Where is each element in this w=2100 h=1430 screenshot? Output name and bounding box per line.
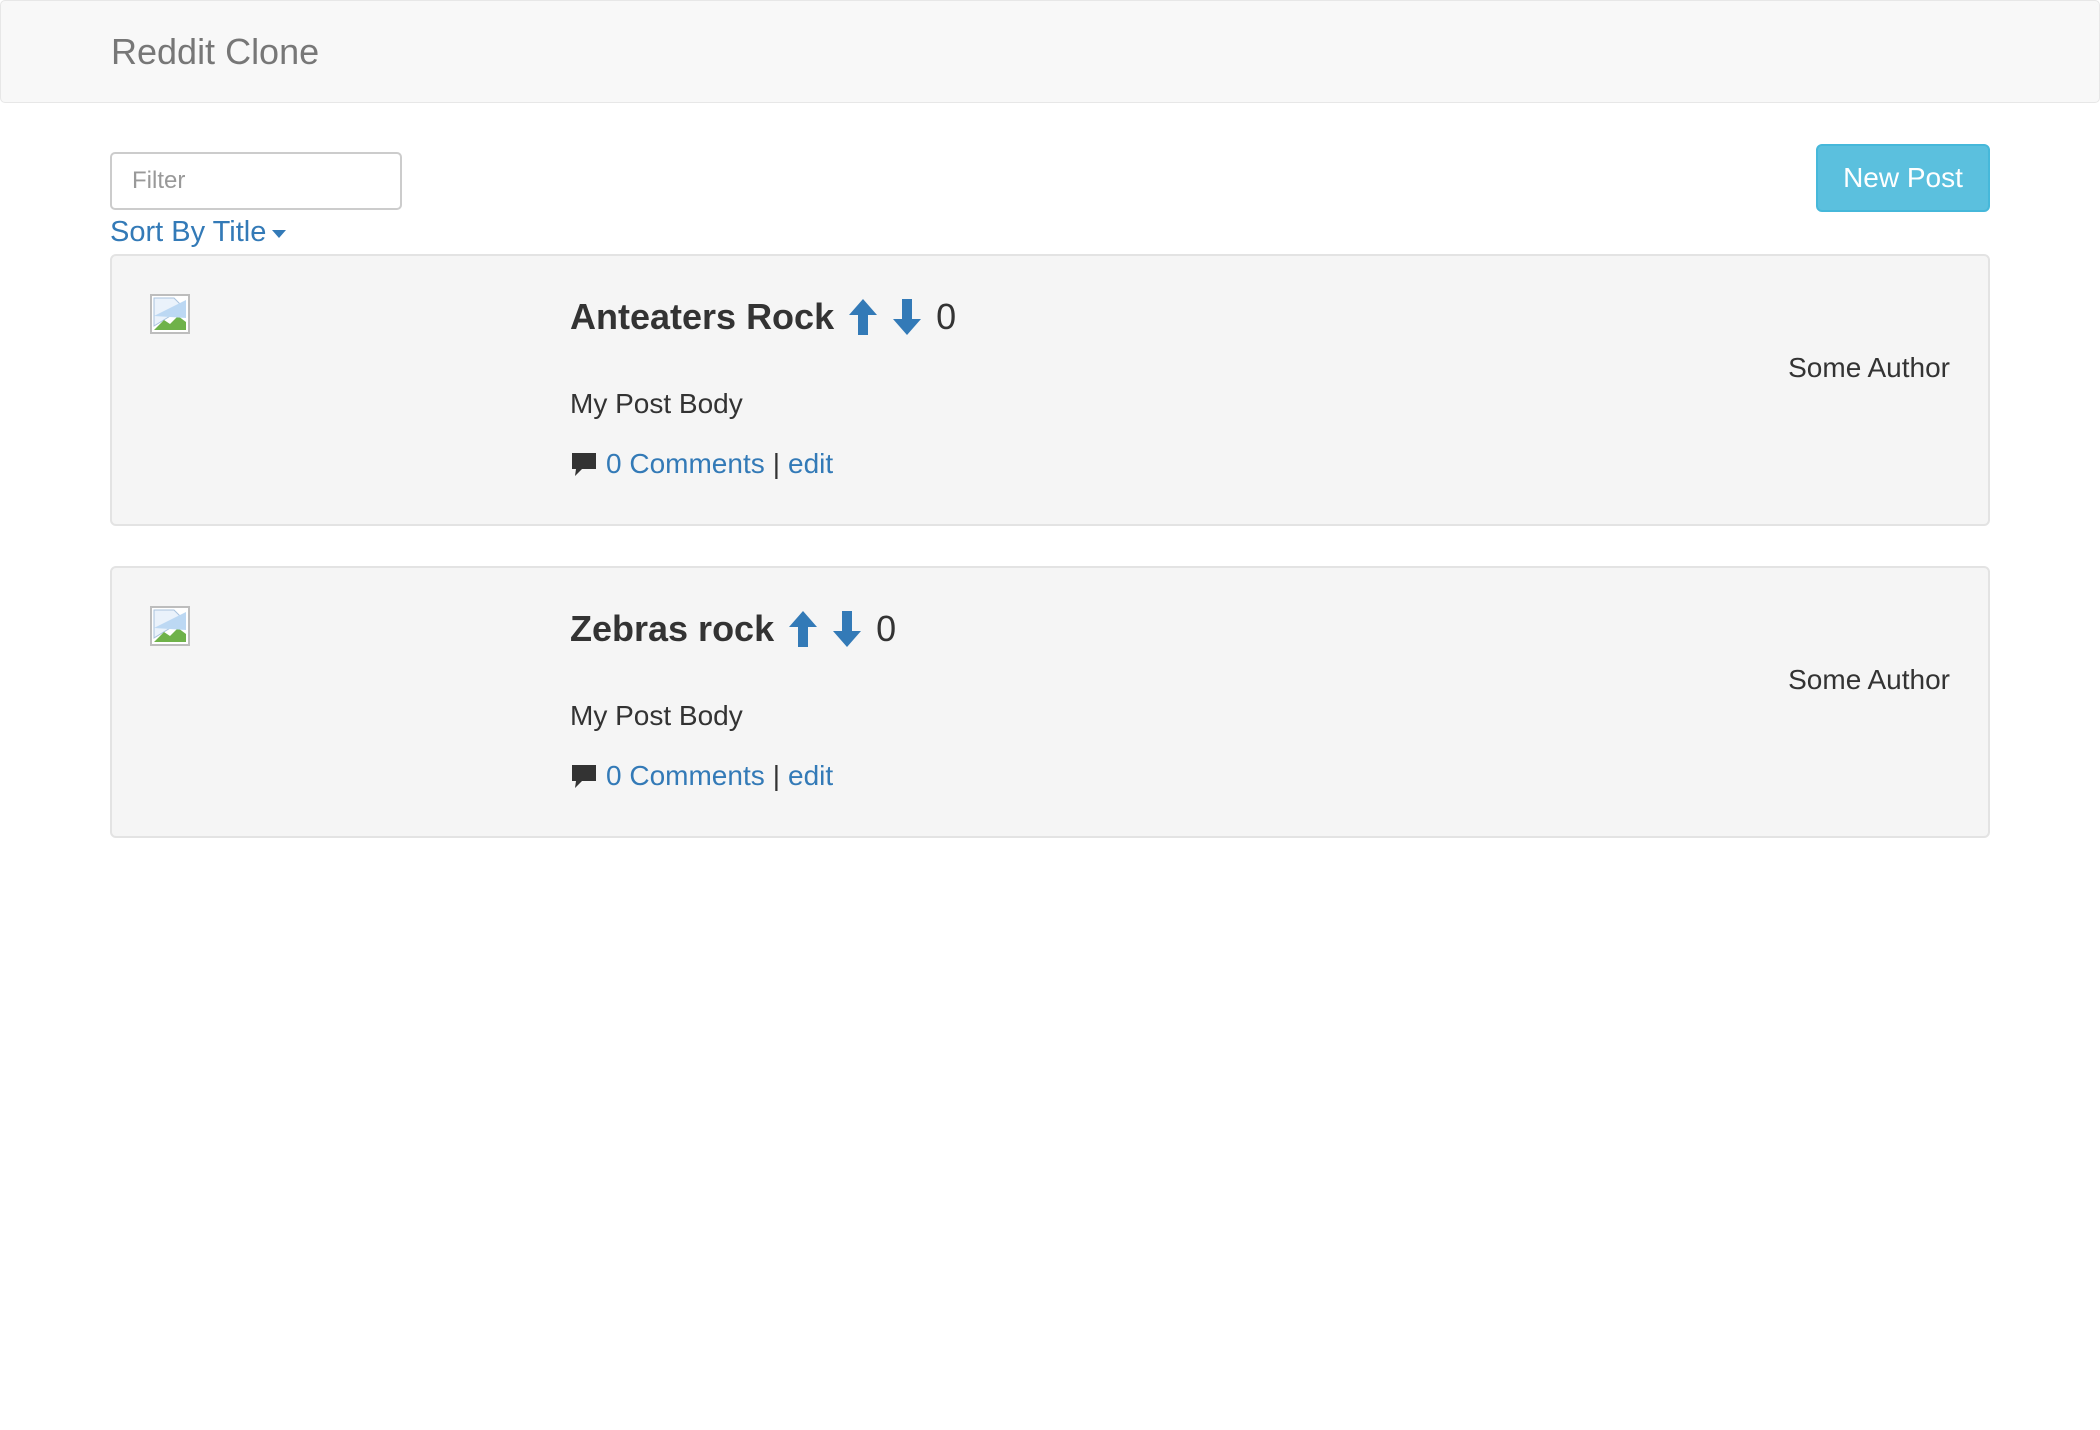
post-card: Zebras rock 0 Some Author My Post Body 0… bbox=[110, 566, 1990, 838]
sort-label: Sort By Title bbox=[110, 216, 267, 248]
post-footer: 0 Comments | edit bbox=[570, 758, 833, 794]
navbar: Reddit Clone bbox=[0, 0, 2100, 103]
brand-link[interactable]: Reddit Clone bbox=[111, 31, 319, 73]
separator: | bbox=[772, 760, 780, 791]
comment-icon bbox=[572, 765, 596, 788]
arrow-up-icon[interactable] bbox=[788, 609, 818, 649]
vote-count: 0 bbox=[936, 296, 957, 337]
edit-link[interactable]: edit bbox=[788, 758, 833, 794]
comments-link[interactable]: 0 Comments bbox=[606, 758, 765, 794]
post-title-row: Anteaters Rock 0 bbox=[570, 292, 956, 342]
post-body: My Post Body bbox=[570, 700, 743, 731]
post-title[interactable]: Anteaters Rock bbox=[570, 292, 834, 342]
post-title-row: Zebras rock 0 bbox=[570, 604, 896, 654]
arrow-down-icon[interactable] bbox=[892, 297, 922, 337]
separator: | bbox=[772, 448, 780, 479]
broken-image-icon[interactable] bbox=[150, 294, 190, 334]
vote-count: 0 bbox=[876, 608, 897, 649]
comments-link[interactable]: 0 Comments bbox=[606, 446, 765, 482]
post-author: Some Author bbox=[1788, 352, 1950, 383]
post-author: Some Author bbox=[1788, 664, 1950, 695]
arrow-down-icon[interactable] bbox=[832, 609, 862, 649]
sort-dropdown-toggle[interactable]: Sort By Title bbox=[110, 214, 287, 250]
post-card: Anteaters Rock 0 Some Author My Post Bod… bbox=[110, 254, 1990, 526]
post-body: My Post Body bbox=[570, 388, 743, 419]
post-footer: 0 Comments | edit bbox=[570, 446, 833, 482]
comment-icon bbox=[572, 453, 596, 476]
new-post-button[interactable]: New Post bbox=[1816, 144, 1990, 212]
arrow-up-icon[interactable] bbox=[848, 297, 878, 337]
caret-down-icon bbox=[272, 230, 287, 238]
broken-image-icon[interactable] bbox=[150, 606, 190, 646]
post-title[interactable]: Zebras rock bbox=[570, 604, 774, 654]
edit-link[interactable]: edit bbox=[788, 446, 833, 482]
filter-input[interactable] bbox=[110, 152, 402, 210]
